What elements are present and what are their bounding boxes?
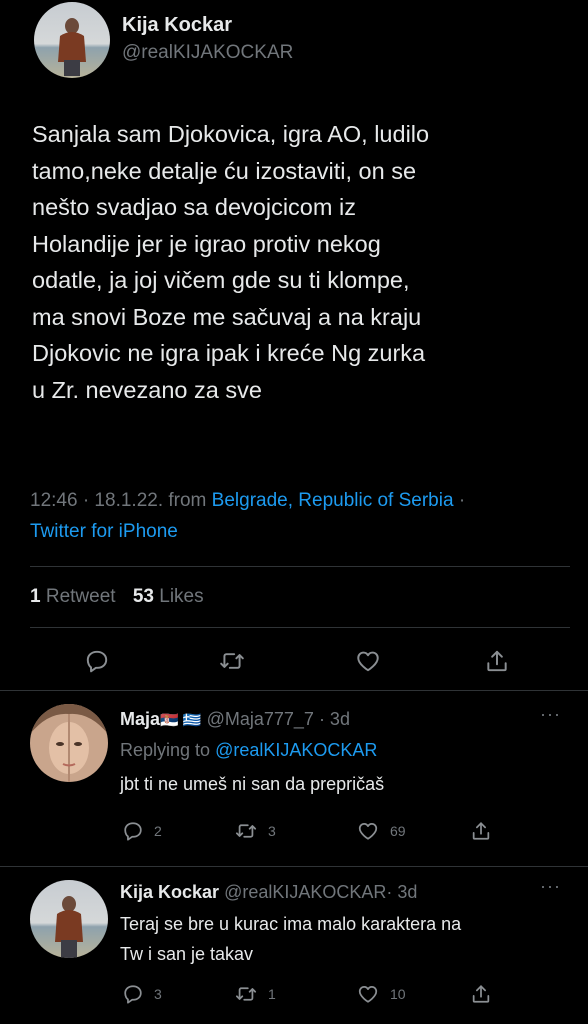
reply-author-name[interactable]: Maja — [120, 709, 160, 729]
share-button[interactable] — [484, 647, 510, 675]
like-button[interactable] — [354, 648, 382, 674]
author-avatar[interactable] — [34, 2, 110, 78]
tweet-text-line: ma snovi Boze me sačuvaj a na kraju — [32, 303, 422, 330]
tweet-text-line: Sanjala sam Djokovica, igra AO, ludilo — [32, 121, 430, 147]
share-icon — [487, 650, 507, 672]
share-button[interactable] — [470, 982, 492, 1006]
retweets-count: 1 — [30, 586, 41, 607]
likes-count: 53 — [132, 586, 154, 607]
retweet-button[interactable] — [218, 648, 246, 674]
tweet-text: Sanjala sam Djokovica, igra AO, ludilo ta… — [32, 116, 572, 408]
retweet-count: 1 — [268, 986, 276, 1002]
retweet-icon — [235, 987, 257, 1001]
likes-stat[interactable]: 53 Likes — [133, 586, 204, 607]
reply-count: 2 — [154, 823, 162, 839]
heart-icon — [358, 822, 378, 840]
tweet-text-line: Djokovic ne igra ipak i kreće Ng zurka — [32, 340, 426, 366]
reply-button[interactable]: 3 — [122, 983, 162, 1005]
reply-icon — [124, 985, 142, 1004]
more-icon[interactable]: ··· — [540, 876, 561, 897]
tweet-text-line: tamo,neke detalje ću izostaviti, on se — [32, 157, 417, 184]
divider — [30, 566, 570, 567]
divider — [0, 866, 588, 867]
tweet-client[interactable]: Twitter for iPhone — [30, 521, 178, 543]
tweet-location[interactable]: Belgrade, Republic of Serbia — [212, 490, 454, 511]
retweet-button[interactable]: 1 — [234, 983, 276, 1005]
reply-text-line: Teraj se bre u kurac ima malo karaktera … — [120, 914, 462, 934]
share-button[interactable] — [470, 819, 492, 843]
divider — [0, 690, 588, 691]
flag-emojis: 🇷🇸 🇬🇷 — [160, 712, 202, 729]
replying-to: Replying to @realKIJAKOCKAR — [120, 740, 377, 761]
heart-icon — [357, 651, 379, 672]
retweet-icon — [220, 653, 244, 669]
heart-icon — [358, 985, 378, 1003]
retweet-count: 3 — [268, 823, 276, 839]
retweet-button[interactable]: 3 — [234, 820, 276, 842]
retweets-label: Retweet — [45, 586, 116, 607]
tweet-timestamp[interactable]: 12:46 · 18.1.22. from — [30, 490, 206, 511]
reply-text-line: Tw i san je takav — [120, 944, 254, 964]
reply-icon — [86, 650, 108, 673]
reply-author-handle[interactable]: @realKIJAKOCKAR — [224, 882, 386, 902]
reply-button[interactable] — [84, 648, 110, 674]
tweet-text-line: Holandije jer je igrao protiv nekog — [32, 230, 381, 257]
reply-avatar[interactable] — [30, 704, 108, 782]
like-button[interactable]: 10 — [356, 983, 406, 1005]
reply-avatar[interactable] — [30, 880, 108, 958]
reply-button[interactable]: 2 — [122, 820, 162, 842]
author-name[interactable]: Kija Kockar — [122, 14, 232, 37]
reply-author-name[interactable]: Kija Kockar — [120, 882, 219, 902]
tweet-text-line: u Zr. nevezano za sve — [32, 376, 262, 403]
like-button[interactable]: 69 — [356, 820, 406, 842]
more-icon[interactable]: ··· — [540, 704, 561, 725]
replying-to-handle[interactable]: @realKIJAKOCKAR — [215, 740, 377, 760]
reply-count: 3 — [154, 986, 162, 1002]
tweet-metadata: 12:46 · 18.1.22. from Belgrade, Republic… — [30, 490, 465, 512]
reply-time[interactable]: · 3d — [386, 882, 417, 902]
retweet-icon — [235, 824, 257, 838]
engagement-stats: 1 Retweet 53 Likes — [30, 586, 204, 608]
retweets-stat[interactable]: 1 Retweet — [30, 586, 121, 607]
replying-to-label: Replying to — [120, 740, 211, 760]
reply-icon — [124, 822, 142, 841]
reply-header: Maja🇷🇸 🇬🇷 @Maja777_7 · 3d — [120, 709, 350, 730]
divider — [30, 627, 570, 628]
metadata-separator: · — [458, 490, 466, 511]
tweet-text-line: odatle, ja joj vičem gde su ti klompe, — [32, 267, 410, 293]
like-count: 69 — [390, 823, 406, 839]
reply-author-handle[interactable]: @Maja777_7 — [207, 709, 314, 729]
like-count: 10 — [390, 986, 406, 1002]
share-icon — [472, 985, 490, 1003]
share-icon — [472, 822, 490, 840]
reply-time[interactable]: · 3d — [319, 709, 350, 729]
likes-label: Likes — [159, 586, 204, 607]
author-handle[interactable]: @realKIJAKOCKAR — [122, 42, 293, 64]
reply-header: Kija Kockar @realKIJAKOCKAR· 3d — [120, 882, 417, 903]
tweet-text-line: nešto svadjao sa devojcicom iz — [32, 194, 356, 220]
reply-text: jbt ti ne umeš ni san da prepričaš — [120, 774, 385, 794]
